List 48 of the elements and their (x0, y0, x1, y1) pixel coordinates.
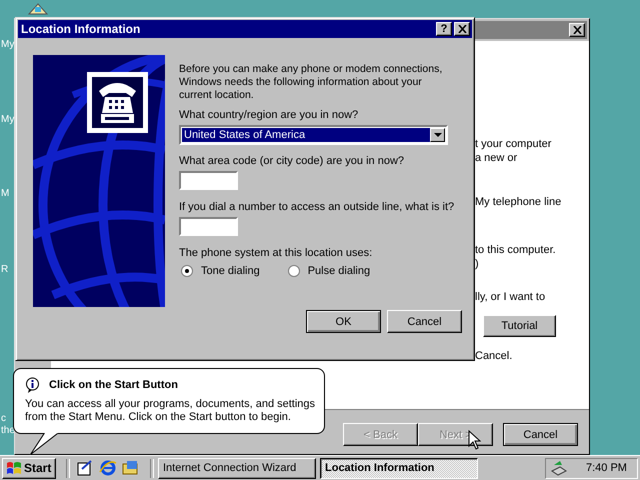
taskbar-button[interactable]: Location Information (320, 458, 478, 478)
desktop-icon-label: R (1, 264, 8, 275)
outside-line-field[interactable] (179, 217, 238, 236)
window-title: Location Information (21, 22, 142, 36)
desktop-icon-label: M (1, 188, 10, 199)
area-code-field[interactable] (179, 171, 238, 190)
clock: 7:40 PM (586, 462, 627, 474)
desktop-icon-label: the (1, 425, 15, 436)
windows-logo-icon (6, 461, 22, 475)
country-label: What country/region are you in now? (179, 109, 358, 121)
dropdown-arrow-icon (434, 133, 442, 137)
tutorial-button[interactable]: Tutorial (483, 315, 556, 337)
outside-line-label: If you dial a number to access an outside line, what is it? (179, 201, 454, 213)
desktop-icon-label: My (1, 39, 14, 50)
dialog-button[interactable]: Cancel (387, 310, 462, 333)
taskbar-button[interactable]: Internet Connection Wizard (158, 458, 316, 478)
wizard-button[interactable]: Cancel (503, 423, 578, 446)
desktop-icon-label: My (1, 114, 14, 125)
dialog-button[interactable]: OK (306, 310, 381, 333)
tip-title: Click on the Start Button (49, 379, 178, 391)
browser-icon[interactable] (99, 459, 117, 477)
wizard-text: a new or (475, 152, 518, 164)
dialing-radio[interactable]: Tone dialing (181, 265, 260, 277)
dialing-radio[interactable]: Pulse dialing (288, 265, 370, 277)
tip-text: You can access all your programs, documents, and settings from the Start Menu. Click on the Start button to begin. (25, 398, 316, 424)
info-icon (25, 377, 40, 393)
desktop-icon[interactable] (27, 2, 49, 16)
desktop-shortcut-icon[interactable] (76, 459, 94, 477)
help-button[interactable]: ? (436, 22, 452, 36)
intro-text: Before you can make any phone or modem connections, Windows needs the following information about your current location. (179, 63, 444, 102)
network-icon[interactable] (550, 459, 568, 477)
wizard-text: to this computer. (475, 244, 556, 256)
close-button[interactable] (569, 23, 585, 37)
wizard-text: lly, or I want to (475, 291, 546, 303)
close-icon (572, 26, 582, 34)
phone-system-label: The phone system at this location uses: (179, 247, 372, 259)
start-button[interactable]: Start (2, 458, 56, 478)
wizard-text: My telephone line (475, 196, 562, 208)
desktop-icon-label: c (1, 413, 6, 424)
country-dropdown[interactable]: United States of America (179, 125, 448, 145)
wizard-text: Cancel. (475, 350, 512, 362)
mouse-pointer-icon (468, 430, 481, 450)
wizard-text: t your computer (475, 138, 552, 150)
area-code-label: What area code (or city code) are you in now? (179, 155, 404, 167)
close-icon (458, 25, 466, 33)
wizard-text: ) (475, 258, 479, 270)
close-button[interactable] (454, 22, 470, 36)
folder-icon[interactable] (122, 459, 140, 477)
